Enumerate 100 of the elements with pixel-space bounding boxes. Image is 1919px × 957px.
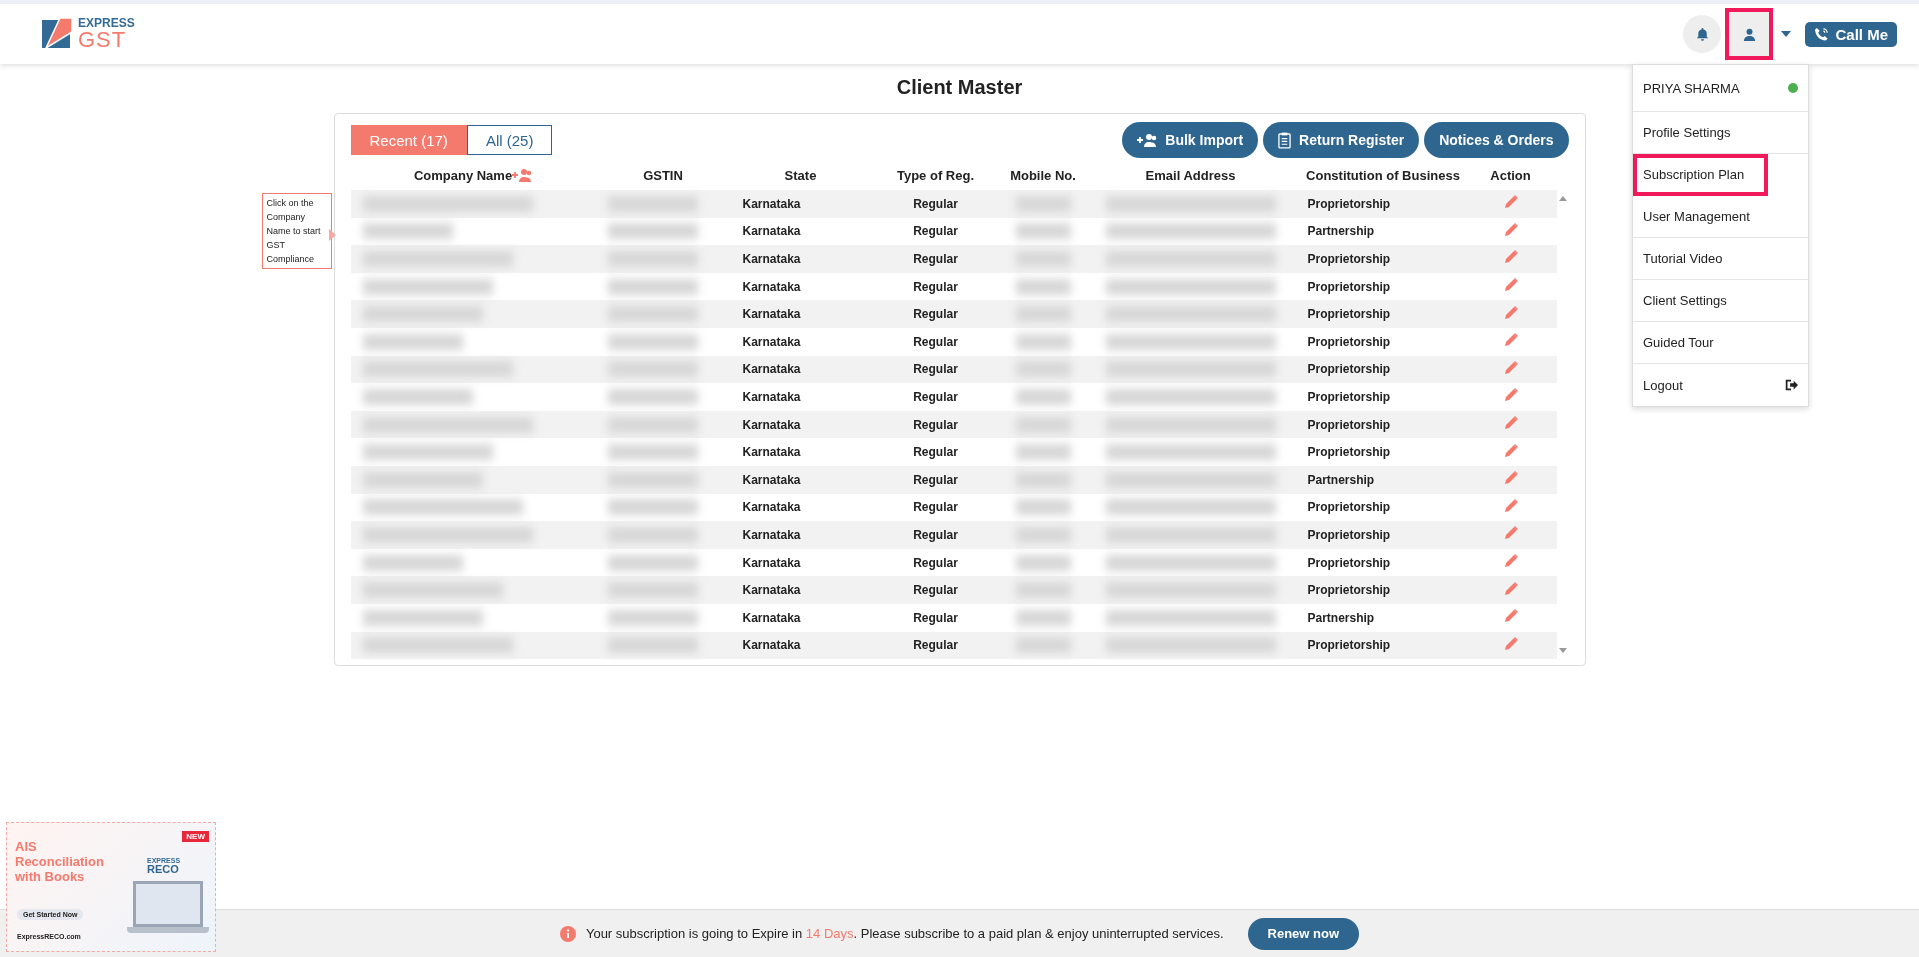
table-cell-text: Karnataka — [741, 472, 802, 487]
edit-pencil-icon[interactable] — [1502, 525, 1519, 542]
table-cell-text: Proprietorship — [1306, 638, 1392, 653]
table-cell-text: Regular — [912, 472, 959, 487]
table-cell-text: Proprietorship — [1306, 252, 1392, 266]
promo-headline: AIS Reconciliation with Books — [15, 839, 105, 884]
edit-pencil-icon[interactable] — [1502, 332, 1519, 349]
table-cell-text: Karnataka — [741, 583, 802, 598]
edit-pencil-icon[interactable] — [1502, 277, 1519, 294]
table-cell-text: Proprietorship — [1306, 196, 1392, 211]
edit-pencil-icon[interactable] — [1502, 608, 1519, 625]
table-cell-text: Partnership — [1306, 610, 1376, 625]
table-cell-text: Karnataka — [741, 555, 802, 570]
edit-pencil-icon[interactable] — [1502, 470, 1519, 487]
user-name: PRIYA SHARMA — [1643, 80, 1740, 96]
table-cell-text: Proprietorship — [1306, 307, 1392, 322]
callout-pointer-icon — [328, 229, 336, 241]
user-icon — [1742, 26, 1757, 42]
table-cell-text: Proprietorship — [1306, 583, 1392, 598]
menu-item[interactable]: Logout — [1633, 364, 1808, 406]
table-cell-text: Proprietorship — [1306, 417, 1392, 432]
promo-brand: RECO — [147, 864, 180, 875]
table-cell-text: Regular — [912, 583, 959, 598]
table-cell-text: Karnataka — [741, 638, 802, 653]
menu-item[interactable]: Tutorial Video — [1633, 238, 1808, 280]
table-cell-text: Karnataka — [741, 445, 802, 460]
caret-icon[interactable] — [1781, 31, 1792, 37]
edit-pencil-icon[interactable] — [1502, 415, 1519, 432]
edit-pencil-icon[interactable] — [1502, 249, 1519, 266]
call-me-button[interactable]: Call Me — [1805, 21, 1897, 47]
column-header: Constitution of Business — [1305, 167, 1461, 183]
scroll-up-icon[interactable] — [1558, 196, 1567, 201]
add-users-icon[interactable] — [512, 168, 533, 182]
subscription-message: Your subscription is going to Expire in 14 Days. Please subscribe to a paid plan & enjoy uninterrupted services. — [585, 926, 1224, 941]
table-cell-text: Regular — [912, 196, 959, 211]
table-cell-text: Regular — [912, 279, 959, 294]
table-cell-text: Proprietorship — [1306, 527, 1392, 542]
edit-pencil-icon[interactable] — [1502, 580, 1519, 597]
table-cell-text: Regular — [912, 527, 959, 542]
table-cell-text: Regular — [912, 252, 959, 266]
edit-pencil-icon[interactable] — [1502, 497, 1519, 514]
table-cell-text: Karnataka — [741, 252, 802, 266]
edit-pencil-icon[interactable] — [1502, 304, 1519, 321]
table-cell-text: Karnataka — [741, 362, 802, 377]
table-cell-text: Karnataka — [741, 527, 802, 542]
blurred-mobile-number — [1015, 223, 1071, 240]
edit-pencil-icon[interactable] — [1502, 194, 1519, 211]
table-cell-text: Partnership — [1306, 224, 1376, 239]
edit-pencil-icon[interactable] — [1502, 387, 1519, 404]
blurred-mobile-number — [1015, 278, 1071, 295]
table-cell-text: Proprietorship — [1306, 334, 1392, 349]
table-cell-text: Proprietorship — [1306, 445, 1392, 460]
blurred-mobile-number — [1015, 388, 1071, 405]
column-header: Company Name — [350, 167, 596, 183]
table-cell-text: Regular — [912, 224, 959, 239]
table-cell-text: Karnataka — [741, 334, 802, 349]
table-cell-text: Karnataka — [741, 610, 802, 625]
table-cell-text: Karnataka — [741, 417, 802, 432]
column-header: Type of Reg. — [895, 167, 975, 183]
menu-item[interactable]: User Management — [1633, 196, 1808, 238]
menu-item[interactable]: Subscription Plan — [1633, 154, 1768, 196]
table-cell-text: Karnataka — [741, 196, 802, 211]
notification-button[interactable] — [1683, 15, 1722, 53]
action-button[interactable]: Return Register — [1263, 122, 1420, 158]
blurred-mobile-number — [1015, 444, 1071, 461]
menu-item[interactable]: Profile Settings — [1633, 112, 1808, 154]
table-cell-text: Regular — [912, 334, 959, 349]
table-cell-text: Proprietorship — [1306, 555, 1392, 570]
column-header: GSTIN — [642, 167, 684, 183]
table-cell-text: Karnataka — [741, 224, 802, 239]
menu-item[interactable]: Guided Tour — [1633, 322, 1808, 364]
column-header: Email Address — [1144, 167, 1237, 183]
table-cell-text: Regular — [912, 555, 959, 570]
table-cell-text: Regular — [912, 610, 959, 625]
blurred-mobile-number — [1015, 609, 1071, 626]
table-cell-text: Proprietorship — [1306, 362, 1392, 377]
table-cell-text: Karnataka — [741, 307, 802, 322]
action-button[interactable]: Notices & Orders — [1424, 122, 1569, 158]
table-cell-text: Regular — [912, 307, 959, 322]
table-cell-text: Regular — [912, 500, 959, 515]
tab[interactable]: All (25) — [466, 125, 553, 155]
table-cell-text: Karnataka — [741, 279, 802, 294]
logo-icon — [42, 18, 74, 50]
info-icon — [559, 925, 576, 942]
table-cell-text: Proprietorship — [1306, 500, 1392, 515]
bell-icon — [1695, 26, 1710, 42]
table-cell-text: Regular — [912, 389, 959, 404]
edit-pencil-icon[interactable] — [1502, 442, 1519, 459]
action-button[interactable]: Bulk Import — [1122, 122, 1259, 158]
renew-now-button[interactable]: Renew now — [1247, 917, 1360, 950]
blurred-mobile-number — [1015, 554, 1071, 571]
scroll-down-icon[interactable] — [1558, 648, 1567, 654]
new-badge: NEW — [182, 831, 209, 842]
edit-pencil-icon[interactable] — [1502, 635, 1519, 652]
edit-pencil-icon[interactable] — [1502, 553, 1519, 569]
hint-callout: Click on the Company Name to start GST Compliance — [261, 193, 332, 269]
edit-pencil-icon[interactable] — [1502, 221, 1519, 238]
menu-item[interactable]: Client Settings — [1633, 280, 1808, 322]
edit-pencil-icon[interactable] — [1502, 359, 1519, 376]
column-header: Mobile No. — [1009, 167, 1077, 183]
